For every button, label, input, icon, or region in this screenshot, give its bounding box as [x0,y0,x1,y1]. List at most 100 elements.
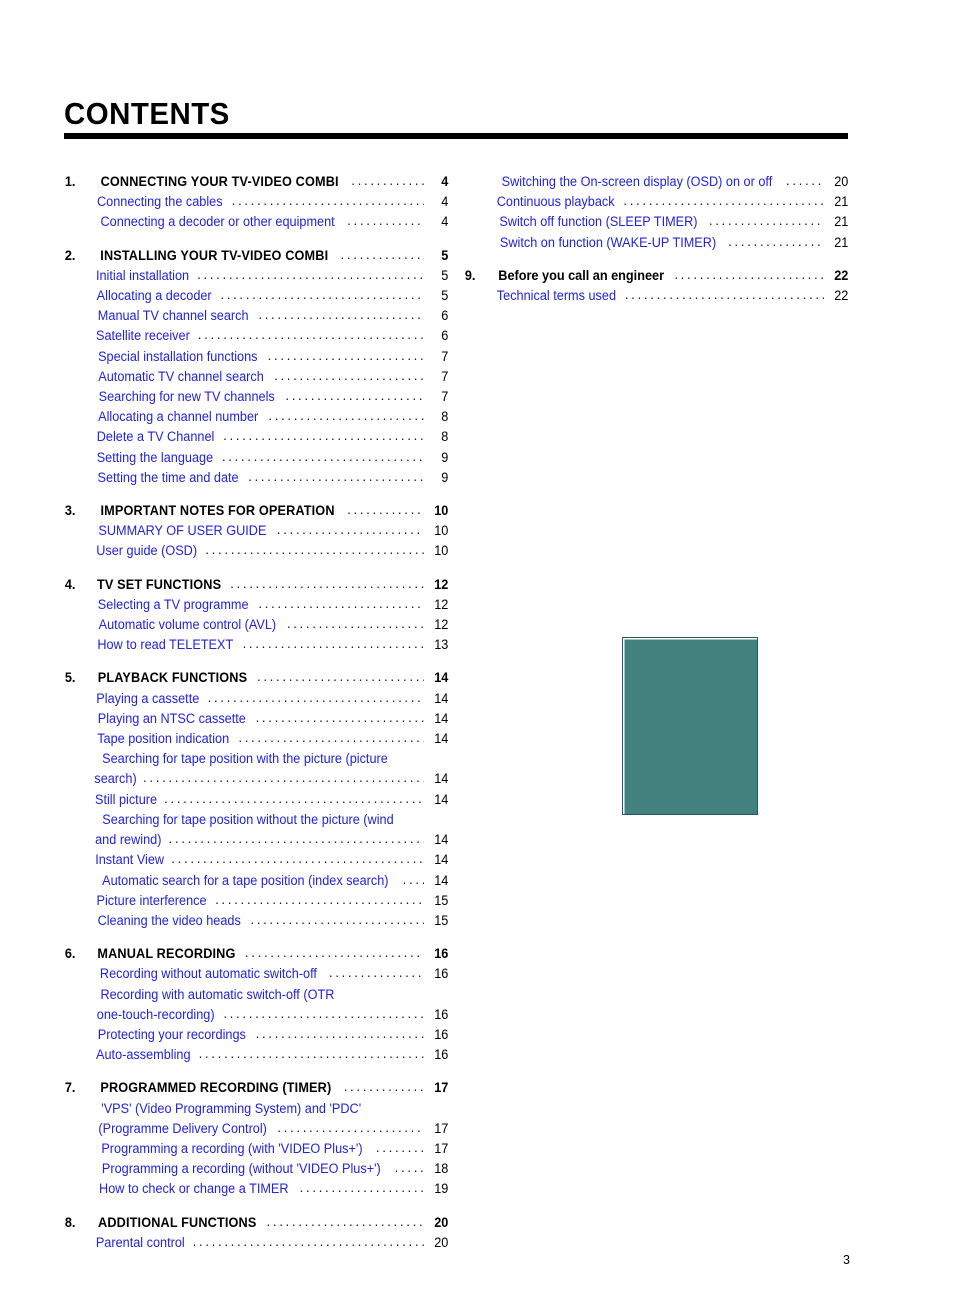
toc-entry[interactable]: .User guide (OSD).......................… [64,541,449,561]
toc-entry[interactable]: . Allocating a channel number............… [64,407,449,427]
section-title: PLAYBACK FUNCTIONS [97,670,248,686]
dot-leader: ........................................… [258,307,424,323]
entry-title: 'VPS' (Video Programming System) and 'PD… [101,1100,362,1116]
toc-entry[interactable]: . Switch off function (SLEEP TIMER)......… [464,212,849,232]
toc-entry[interactable]: .Instant View...........................… [64,850,449,870]
entry-title: Continuous playback [496,194,615,210]
toc-entry[interactable]: .Allocating a decoder...................… [64,286,449,306]
toc-entry[interactable]: . Switch on function (WAKE-UP TIMER).....… [464,233,849,253]
toc-entry[interactable]: .Parental control.......................… [64,1233,449,1253]
toc-entry[interactable]: Searching for tape position with the pic… [64,749,449,789]
toc-entry[interactable]: . Automatic search for a tape position (i… [64,871,449,891]
section-number: . [65,1233,92,1253]
toc-entry[interactable]: . Playing an NTSC cassette...............… [64,709,449,729]
dot-leader: ........................................… [171,851,424,867]
toc-section-heading[interactable]: 1. CONNECTING YOUR TV-VIDEO COMBI........… [64,172,449,192]
dot-leader: ........................................… [248,468,424,484]
toc-section-heading[interactable]: 5. PLAYBACK FUNCTIONS....................… [64,668,449,688]
toc-entry[interactable]: 'VPS' (Video Programming System) and 'PD… [64,1099,449,1139]
page-number: 4 [441,214,449,230]
toc-section-group: 5. PLAYBACK FUNCTIONS....................… [64,655,449,931]
toc-entry[interactable]: . Connecting a decoder or other equipment… [64,212,449,232]
toc-entry[interactable]: . Protecting your recordings.............… [64,1025,449,1045]
dot-leader: ........................................… [343,1079,424,1095]
entry-title: Satellite receiver [95,328,190,344]
toc-entry[interactable]: Recording with automatic switch-off (OTR… [64,985,449,1025]
dot-leader: ........................................… [197,327,424,343]
section-number: 8. [64,1214,76,1230]
page-number: 14 [434,670,449,686]
section-number: 5. [64,670,76,686]
dot-leader: ........................................… [255,709,424,725]
entry-title: Setting the time and date [97,469,239,485]
dot-leader: ........................................… [221,448,424,464]
section-number: . [65,1159,92,1179]
toc-entry[interactable]: . Tape position indication...............… [64,729,449,749]
entry-title: Searching for tape position without the … [102,811,394,827]
section-number: . [65,964,92,984]
toc-entry[interactable]: .Satellite receiver.....................… [64,326,449,346]
toc-entry[interactable]: . Cleaning the video heads...............… [64,911,449,931]
section-number: . [65,850,92,870]
toc-entry[interactable]: . Automatic TV channel search............… [64,367,449,387]
toc-section-heading[interactable]: 2. INSTALLING YOUR TV-VIDEO COMBI........… [64,246,449,266]
toc-entry[interactable]: . Recording without automatic switch-off.… [64,964,449,984]
section-number: . [65,709,92,729]
toc-entry[interactable]: .Picture interference...................… [64,891,449,911]
toc-section-heading[interactable]: 8. ADDITIONAL FUNCTIONS..................… [64,1213,449,1233]
toc-entry[interactable]: .Setting the language...................… [64,448,449,468]
section-number: . [65,387,92,407]
entry-title: Protecting your recordings [97,1026,246,1042]
toc-entry[interactable]: Searching for tape position without the … [64,810,449,850]
toc-entry[interactable]: . Searching for new TV channels..........… [64,387,449,407]
section-number: 3. [64,503,76,519]
dot-leader: ........................................… [205,542,424,558]
section-number: . [65,1045,92,1065]
toc-entry[interactable]: . Setting the time and date..............… [64,468,449,488]
toc-section-heading[interactable]: 3. IMPORTANT NOTES FOR OPERATION.........… [64,501,449,521]
teal-illustration-placeholder [622,637,758,815]
dot-leader: ........................................… [230,575,424,591]
toc-section-heading[interactable]: 9. Before you call an engineer...........… [464,266,849,286]
entry-title: Switch off function (SLEEP TIMER) [499,214,698,230]
toc-entry[interactable]: .Technical terms used...................… [464,286,849,306]
toc-entry[interactable]: . How to read TELETEXT...................… [64,635,449,655]
toc-entry[interactable]: . Programming a recording (with 'VIDEO Pl… [64,1139,449,1159]
toc-entry[interactable]: .Delete a TV Channel....................… [64,427,449,447]
dot-leader: ........................................… [223,1005,424,1021]
toc-entry[interactable]: .Still picture..........................… [64,790,449,810]
toc-section-group: 2. INSTALLING YOUR TV-VIDEO COMBI........… [64,233,449,488]
toc-entry[interactable]: . Connecting the cables..................… [64,192,449,212]
section-number: 9. [464,267,476,283]
section-number: . [65,635,92,655]
section-number: . [65,427,92,447]
toc-entry[interactable]: . Automatic volume control (AVL).........… [64,615,449,635]
toc-entry[interactable]: .Playing a cassette.....................… [64,689,449,709]
toc-entry[interactable]: .Continuous playback....................… [464,192,849,212]
page-number: 21 [834,214,849,230]
toc-entry[interactable]: . Selecting a TV programme...............… [64,595,449,615]
toc-section-heading[interactable]: 7. PROGRAMMED RECORDING (TIMER)..........… [64,1078,449,1098]
toc-section-heading[interactable]: 6. MANUAL RECORDING......................… [64,944,449,964]
page-number: 5 [441,247,449,263]
page-number: 12 [434,596,449,612]
dot-leader: ........................................… [268,408,424,424]
page-number: 7 [441,368,449,384]
toc-entry[interactable]: . Switching the On-screen display (OSD) o… [464,172,849,192]
toc-section-heading[interactable]: 4. TV SET FUNCTIONS......................… [64,575,449,595]
dot-leader: ........................................… [192,1233,424,1249]
dot-leader: ........................................… [340,246,424,262]
toc-entry[interactable]: .Auto-assembling........................… [64,1045,449,1065]
entry-title: Connecting the cables [97,194,223,210]
toc-entry[interactable]: . Special installation functions.........… [64,347,449,367]
entry-title: Still picture [94,791,158,807]
toc-entry[interactable]: . How to check or change a TIMER.........… [64,1179,449,1199]
toc-entry[interactable]: .Initial installation...................… [64,266,449,286]
dot-leader: ........................................… [394,1160,424,1176]
entry-title: Tape position indication [97,731,230,747]
toc-entry[interactable]: . SUMMARY OF USER GUIDE..................… [64,521,449,541]
page-number: 4 [441,194,449,210]
toc-entry[interactable]: . Manual TV channel search...............… [64,306,449,326]
page-number: 12 [434,576,449,592]
toc-entry[interactable]: . Programming a recording (without 'VIDEO… [64,1159,449,1179]
